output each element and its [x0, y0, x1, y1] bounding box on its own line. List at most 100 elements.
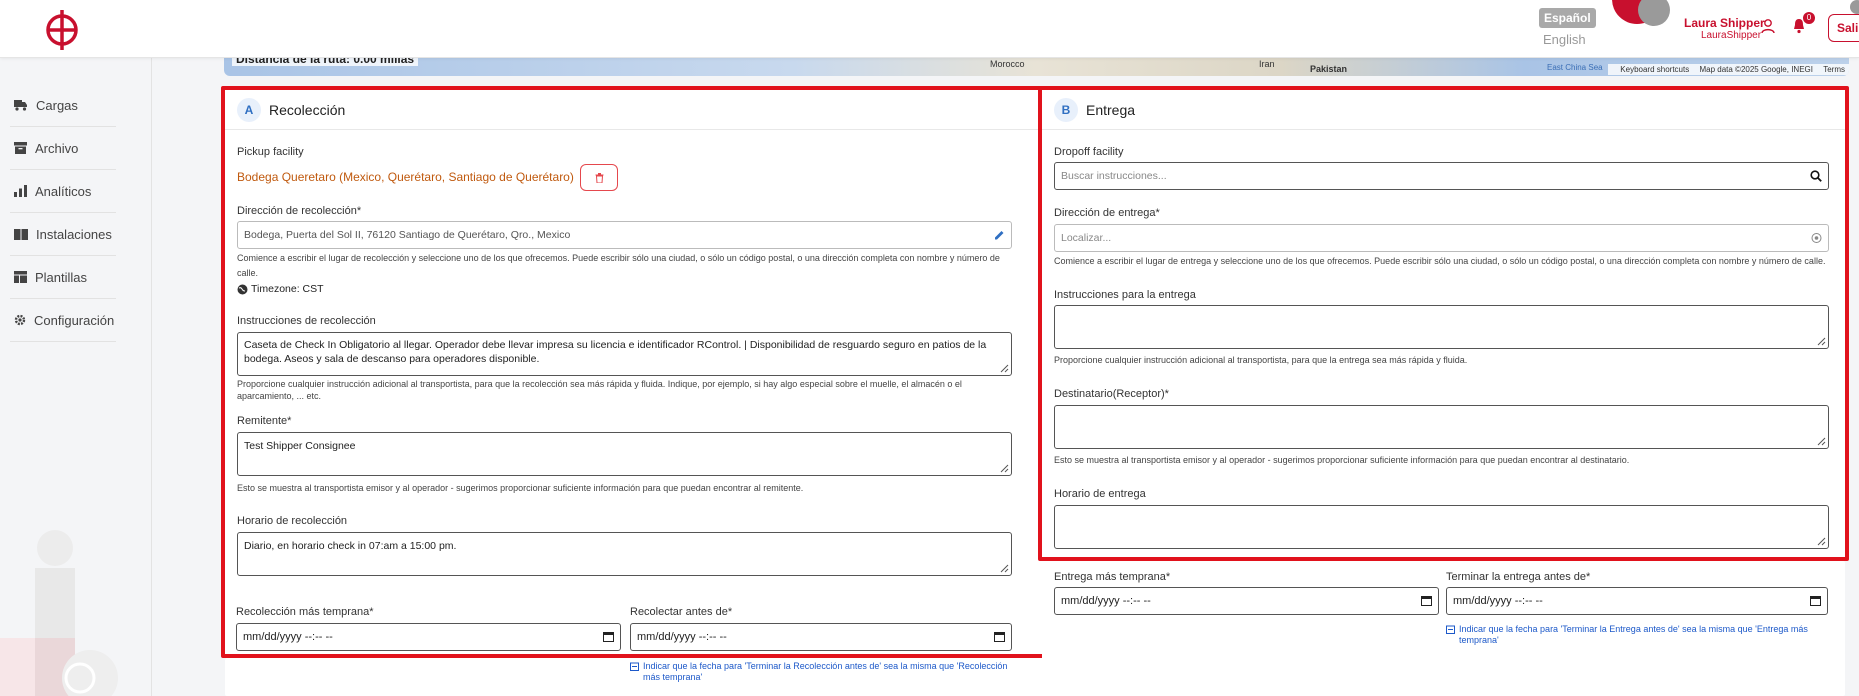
- delivery-facility-search[interactable]: Buscar instrucciones...: [1054, 162, 1829, 190]
- template-icon: [14, 271, 27, 283]
- delivery-facility-label: Dropoff facility: [1054, 146, 1124, 158]
- sidebar-item-label: Analíticos: [35, 183, 92, 199]
- edit-icon[interactable]: [994, 230, 1005, 241]
- calendar-icon[interactable]: [994, 631, 1005, 642]
- delivery-instructions-label: Instrucciones para la entrega: [1054, 289, 1196, 301]
- delivery-hours-field[interactable]: [1054, 505, 1829, 549]
- logout-button[interactable]: Salir: [1828, 14, 1859, 42]
- user-icon[interactable]: [1760, 18, 1776, 34]
- delivery-instructions-field[interactable]: [1054, 305, 1829, 349]
- timezone-value: Timezone: CST: [251, 283, 324, 295]
- map-label: Iran: [1259, 59, 1275, 69]
- pickup-facility-link[interactable]: Bodega Queretaro (Mexico, Querétaro, San…: [237, 170, 574, 184]
- delivery-card: B Entrega Dropoff facility Buscar instru…: [1038, 86, 1849, 561]
- pickup-hours-value: Diario, en horario check in 07:am a 15:0…: [244, 540, 457, 552]
- delivery-same-date-checkbox[interactable]: Indicar que la fecha para 'Terminar la E…: [1446, 624, 1826, 646]
- pickup-earliest-value: mm/dd/yyyy --:-- --: [243, 631, 333, 643]
- pickup-instructions-field[interactable]: Caseta de Check In Obligatorio al llegar…: [237, 332, 1012, 376]
- user-handle: LauraShipper: [1701, 30, 1762, 41]
- delivery-same-date-text: Indicar que la fecha para 'Terminar la E…: [1459, 624, 1808, 645]
- location-icon[interactable]: [1811, 233, 1822, 244]
- sidebar-item-plantillas[interactable]: Plantillas: [10, 256, 116, 299]
- resize-handle[interactable]: [999, 563, 1009, 573]
- checkbox-icon[interactable]: [1446, 625, 1455, 634]
- delivery-receiver-label: Destinatario(Receptor)*: [1054, 388, 1169, 400]
- pickup-instructions-label: Instrucciones de recolección: [237, 315, 376, 327]
- delivery-receiver-field[interactable]: [1054, 405, 1829, 449]
- remove-facility-button[interactable]: [580, 164, 618, 191]
- pickup-address-help: Comience a escribir el lugar de recolecc…: [237, 253, 1000, 278]
- decorative-logo: [0, 530, 118, 696]
- calendar-icon[interactable]: [1810, 595, 1821, 606]
- sidebar-item-archivo[interactable]: Archivo: [10, 127, 116, 170]
- pickup-latest-label: Recolectar antes de*: [630, 606, 733, 618]
- sidebar-item-configuracion[interactable]: Configuración: [10, 299, 116, 342]
- calendar-icon[interactable]: [603, 631, 614, 642]
- gear-icon: [14, 314, 26, 326]
- calendar-icon[interactable]: [1421, 595, 1432, 606]
- sidebar-item-cargas[interactable]: Cargas: [10, 84, 116, 127]
- top-bar: Español English Laura Shipper LauraShipp…: [0, 0, 1859, 58]
- pickup-hours-label: Horario de recolección: [237, 515, 348, 527]
- lang-english-button[interactable]: English: [1543, 32, 1586, 47]
- map-label: East China Sea: [1547, 63, 1603, 72]
- logo[interactable]: [40, 8, 84, 52]
- resize-handle[interactable]: [999, 363, 1009, 373]
- bar-chart-icon: [14, 185, 27, 197]
- pickup-letter-badge: A: [237, 97, 261, 122]
- pickup-card-header: A Recolección: [225, 90, 1174, 130]
- warehouse-icon: [14, 228, 28, 240]
- sidebar-item-instalaciones[interactable]: Instalaciones: [10, 213, 116, 256]
- lang-spanish-button[interactable]: Español: [1539, 8, 1596, 28]
- pickup-address-value: Bodega, Puerta del Sol II, 76120 Santiag…: [244, 229, 571, 241]
- pickup-instructions-help: Proporcione cualquier instrucción adicio…: [237, 379, 962, 401]
- map-attribution: Keyboard shortcuts Map data ©2025 Google…: [1608, 64, 1849, 75]
- delivery-latest-label: Terminar la entrega antes de*: [1446, 571, 1591, 583]
- delivery-address-field[interactable]: Localizar...: [1054, 224, 1829, 252]
- route-distance: Distancia de la ruta: 0.00 millas: [232, 58, 419, 66]
- search-icon[interactable]: [1810, 170, 1822, 182]
- resize-handle[interactable]: [1816, 336, 1826, 346]
- resize-handle[interactable]: [999, 463, 1009, 473]
- resize-handle[interactable]: [1816, 536, 1826, 546]
- pickup-sender-label: Remitente*: [237, 415, 292, 427]
- delivery-title: Entrega: [1086, 101, 1136, 118]
- delivery-latest-input[interactable]: mm/dd/yyyy --:-- --: [1446, 587, 1828, 615]
- map-shortcuts-link[interactable]: Keyboard shortcuts: [1620, 65, 1689, 74]
- sidebar-item-label: Cargas: [36, 97, 78, 113]
- pickup-card: A Recolección Pickup facility Bodega Que…: [221, 86, 1178, 658]
- delivery-earliest-label: Entrega más temprana*: [1054, 571, 1171, 583]
- delivery-hours-label: Horario de entrega: [1054, 488, 1146, 500]
- pickup-address-field[interactable]: Bodega, Puerta del Sol II, 76120 Santiag…: [237, 221, 1012, 249]
- resize-handle[interactable]: [1816, 436, 1826, 446]
- notification-badge: 0: [1803, 12, 1815, 24]
- delivery-letter-badge: B: [1054, 97, 1078, 122]
- archive-icon: [14, 142, 27, 154]
- map-terms-link[interactable]: Terms: [1823, 65, 1845, 74]
- globe-icon: [237, 284, 248, 294]
- pickup-title: Recolección: [269, 101, 346, 118]
- pickup-same-date-text: Indicar que la fecha para 'Terminar la R…: [643, 661, 1008, 682]
- sidebar-item-label: Configuración: [34, 312, 115, 328]
- pickup-hours-field[interactable]: Diario, en horario check in 07:am a 15:0…: [237, 532, 1012, 576]
- sidebar-item-label: Archivo: [35, 140, 79, 156]
- pickup-same-date-checkbox[interactable]: Indicar que la fecha para 'Terminar la R…: [630, 661, 1010, 683]
- delivery-earliest-input[interactable]: mm/dd/yyyy --:-- --: [1054, 587, 1439, 615]
- delivery-card-header: B Entrega: [1042, 90, 1845, 130]
- checkbox-icon[interactable]: [630, 662, 639, 671]
- delivery-instructions-help: Proporcione cualquier instrucción adicio…: [1054, 355, 1468, 365]
- route-map[interactable]: Distancia de la ruta: 0.00 millas Morocc…: [224, 58, 1849, 76]
- timezone-text: Timezone: CST: [237, 283, 324, 295]
- pickup-address-label: Dirección de recolección*: [237, 205, 362, 217]
- delivery-address-help: Comience a escribir el lugar de entrega …: [1054, 256, 1826, 266]
- pickup-sender-field[interactable]: Test Shipper Consignee: [237, 432, 1012, 476]
- map-label: Pakistan: [1310, 64, 1348, 74]
- delivery-facility-placeholder: Buscar instrucciones...: [1061, 170, 1167, 182]
- delivery-address-placeholder: Localizar...: [1061, 232, 1112, 244]
- pickup-earliest-input[interactable]: mm/dd/yyyy --:-- --: [236, 623, 621, 651]
- pickup-earliest-label: Recolección más temprana*: [236, 606, 374, 618]
- pickup-sender-help: Esto se muestra al transportista emisor …: [237, 483, 804, 493]
- user-name: Laura Shipper: [1684, 16, 1765, 30]
- sidebar-item-analiticos[interactable]: Analíticos: [10, 170, 116, 213]
- pickup-latest-input[interactable]: mm/dd/yyyy --:-- --: [630, 623, 1012, 651]
